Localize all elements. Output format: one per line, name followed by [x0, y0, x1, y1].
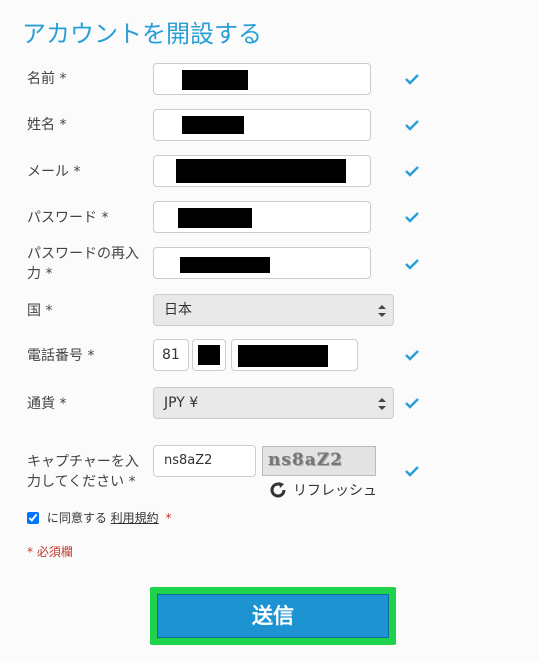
- check-icon: [405, 74, 419, 85]
- check-icon: [405, 212, 419, 223]
- last-name-field[interactable]: [153, 109, 371, 141]
- password-confirm-label-line1: パスワードの再入: [27, 246, 139, 262]
- redacted-value: [198, 345, 220, 365]
- page-title: アカウントを開設する: [22, 20, 262, 48]
- country-label: 国 *: [27, 303, 53, 319]
- first-name-field[interactable]: [153, 63, 371, 95]
- email-field[interactable]: [153, 155, 371, 187]
- phone-label: 電話番号 *: [27, 348, 95, 364]
- check-icon: [405, 166, 419, 177]
- redacted-value: [180, 257, 270, 273]
- country-select[interactable]: 日本: [153, 294, 394, 326]
- captcha-label-line2: 力してください *: [27, 474, 136, 490]
- refresh-label: リフレッシュ: [293, 483, 377, 499]
- redacted-value: [238, 345, 328, 367]
- terms-row: に同意する 利用規約 *: [27, 511, 172, 525]
- captcha-image: ns8aZ2: [262, 446, 376, 476]
- check-icon: [405, 466, 419, 477]
- redacted-value: [182, 116, 244, 134]
- email-label: メール *: [27, 164, 81, 180]
- phone-number-field[interactable]: [231, 339, 358, 371]
- refresh-icon: [270, 482, 286, 498]
- terms-prefix: に同意する: [46, 511, 107, 525]
- select-arrows-icon: [378, 398, 386, 410]
- currency-select[interactable]: JPY ¥: [153, 387, 394, 419]
- password-confirm-label: パスワードの再入 力 *: [27, 244, 139, 284]
- check-icon: [405, 120, 419, 131]
- submit-highlight: 送信: [150, 587, 396, 645]
- redacted-value: [176, 159, 346, 183]
- redacted-value: [182, 70, 248, 90]
- phone-area-field[interactable]: [192, 339, 226, 371]
- check-icon: [405, 398, 419, 409]
- first-name-label: 名前 *: [27, 71, 67, 87]
- country-value: 日本: [164, 302, 192, 318]
- terms-link[interactable]: 利用規約: [111, 511, 159, 525]
- currency-value: JPY ¥: [164, 395, 199, 411]
- terms-checkbox[interactable]: [27, 512, 39, 524]
- last-name-label: 姓名 *: [27, 117, 67, 133]
- password-confirm-label-line2: 力 *: [27, 266, 53, 282]
- check-icon: [405, 259, 419, 270]
- currency-label: 通貨 *: [27, 396, 67, 412]
- required-note: * 必須欄: [27, 545, 73, 559]
- password-confirm-field[interactable]: [153, 247, 371, 279]
- captcha-input[interactable]: ns8aZ2: [153, 445, 256, 477]
- submit-button[interactable]: 送信: [157, 594, 389, 638]
- redacted-value: [178, 208, 252, 228]
- terms-required-mark: *: [165, 511, 172, 525]
- password-label: パスワード *: [27, 210, 109, 226]
- check-icon: [405, 350, 419, 361]
- phone-country-code[interactable]: 81: [153, 339, 189, 371]
- select-arrows-icon: [378, 305, 386, 317]
- password-field[interactable]: [153, 201, 371, 233]
- captcha-label-line1: キャプチャーを入: [27, 454, 139, 470]
- captcha-label: キャプチャーを入 力してください *: [27, 452, 139, 492]
